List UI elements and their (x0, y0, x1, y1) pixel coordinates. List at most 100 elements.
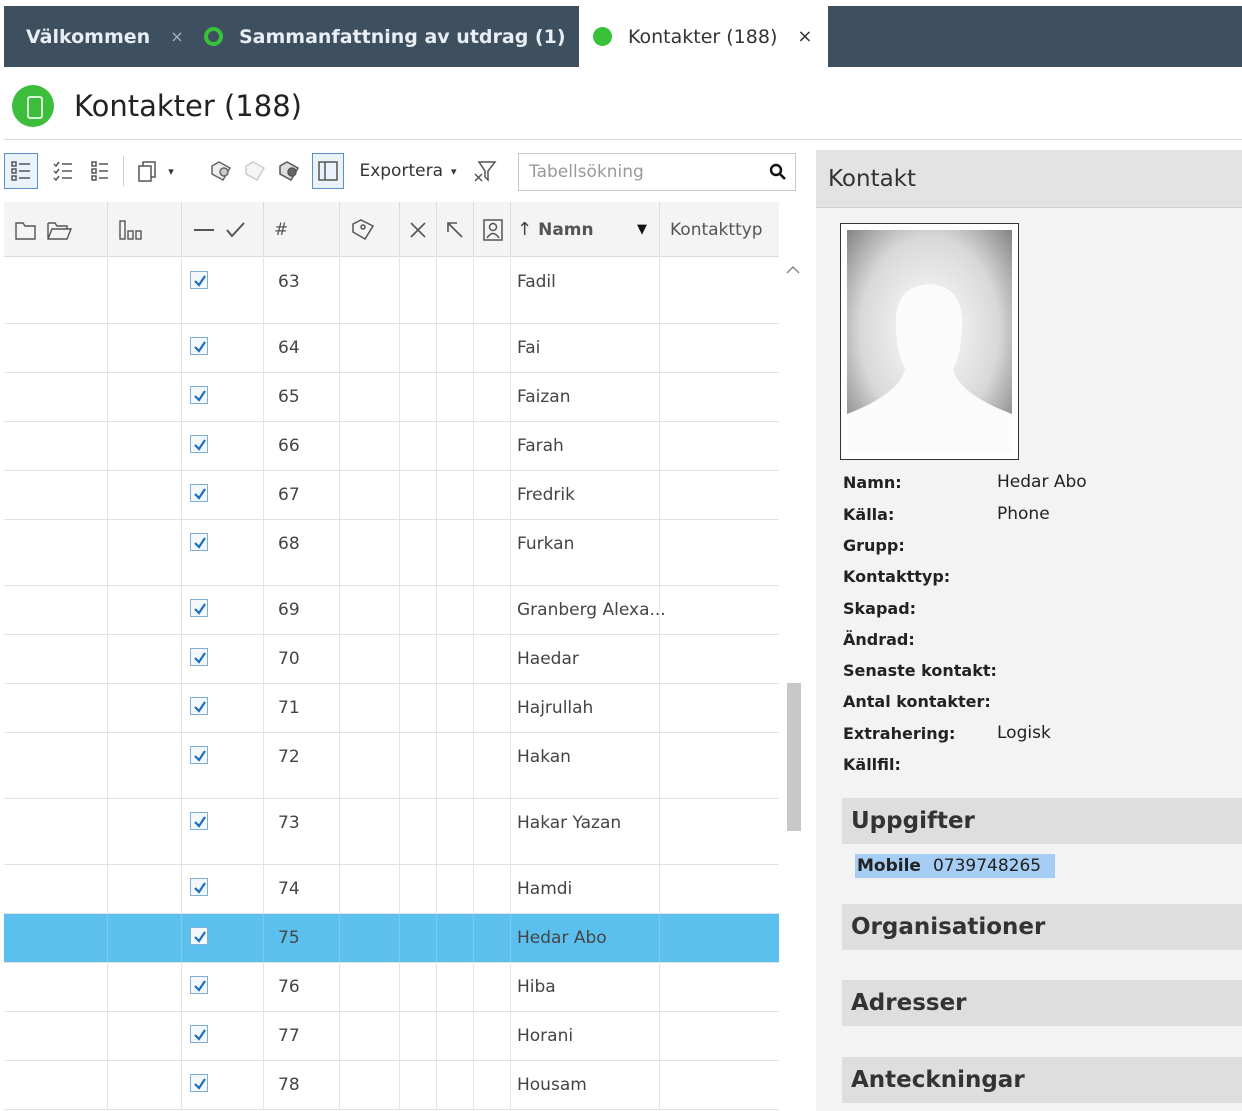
row-checkbox[interactable] (190, 746, 208, 764)
view-simple-list-button[interactable] (84, 153, 118, 189)
header-contact-type[interactable]: Kontakttyp (660, 202, 779, 257)
header-name[interactable]: ↑ Namn ▼ (511, 202, 660, 257)
tab-kontakter[interactable]: Kontakter (188) × (579, 6, 828, 67)
header-check[interactable] (182, 202, 264, 257)
checkmark-icon (194, 439, 206, 451)
row-checkbox[interactable] (190, 1025, 208, 1043)
row-checkbox[interactable] (190, 599, 208, 617)
table-cell (182, 865, 264, 913)
phone-app-icon (12, 85, 54, 127)
row-checkbox[interactable] (190, 648, 208, 666)
row-checkbox[interactable] (190, 976, 208, 994)
table-row[interactable]: 77 Horani (4, 1012, 779, 1061)
phone-type: Mobile (857, 856, 921, 876)
table-row[interactable]: 68 Furkan (4, 520, 779, 586)
table-row[interactable]: 66 Farah (4, 422, 779, 471)
table-row[interactable]: 76 Hiba (4, 963, 779, 1012)
scroll-up-button[interactable] (784, 262, 802, 276)
table-cell (108, 865, 182, 913)
section-organisationer[interactable]: Organisationer (842, 904, 1242, 950)
table-cell (660, 471, 779, 519)
table-cell: Farah (511, 422, 660, 470)
scrollbar-thumb[interactable] (787, 683, 801, 831)
header-arrow[interactable] (437, 202, 474, 257)
view-check-list-button[interactable] (46, 153, 80, 189)
view-detailed-list-button[interactable] (4, 153, 38, 189)
table-cell (660, 684, 779, 732)
table-cell (400, 1061, 437, 1109)
table-row[interactable]: 69 Granberg Alexa... (4, 586, 779, 635)
table-row[interactable]: 70 Haedar (4, 635, 779, 684)
row-checkbox[interactable] (190, 386, 208, 404)
table-cell (182, 963, 264, 1011)
table-cell (4, 1012, 108, 1060)
table-row[interactable]: 78 Housam (4, 1061, 779, 1110)
row-checkbox[interactable] (190, 435, 208, 453)
phone-entry[interactable]: Mobile 0739748265 (855, 854, 1055, 878)
close-icon (410, 221, 426, 238)
table-cell (4, 471, 108, 519)
table-cell (182, 1012, 264, 1060)
table-cell (340, 586, 400, 634)
section-adresser[interactable]: Adresser (842, 980, 1242, 1026)
header-folders[interactable] (4, 202, 108, 257)
search-button[interactable] (761, 154, 795, 190)
header-deleted[interactable] (400, 202, 437, 257)
table-cell: 66 (264, 422, 340, 470)
status-dot-icon (593, 27, 612, 46)
row-checkbox[interactable] (190, 337, 208, 355)
table-search-input[interactable] (519, 154, 763, 190)
table-cell: Hiba (511, 963, 660, 1011)
close-icon[interactable]: × (797, 26, 812, 47)
table-row[interactable]: 72 Hakan (4, 733, 779, 799)
row-checkbox[interactable] (190, 812, 208, 830)
row-checkbox[interactable] (190, 927, 208, 945)
table-cell (474, 1012, 511, 1060)
table-row[interactable]: 64 Fai (4, 324, 779, 373)
table-row[interactable]: 73 Hakar Yazan (4, 799, 779, 865)
section-anteckningar[interactable]: Anteckningar (842, 1057, 1242, 1103)
header-contact-card[interactable] (474, 202, 511, 257)
detail-pane-toggle-button[interactable] (312, 153, 344, 189)
tag-icon (352, 218, 375, 240)
tag-settings-button[interactable] (274, 153, 304, 189)
table-cell (182, 373, 264, 421)
row-checkbox[interactable] (190, 271, 208, 289)
row-checkbox[interactable] (190, 697, 208, 715)
bullet-list-icon (91, 161, 108, 181)
row-checkbox[interactable] (190, 484, 208, 502)
row-checkbox[interactable] (190, 1074, 208, 1092)
tag-disabled-icon (245, 161, 266, 182)
field-label: Källa: (843, 505, 895, 524)
table-row[interactable]: 67 Fredrik (4, 471, 779, 520)
table-row[interactable]: 74 Hamdi (4, 865, 779, 914)
checkmark-icon (194, 701, 206, 713)
tag-remove-button[interactable] (240, 153, 270, 189)
clear-filter-button[interactable] (468, 153, 502, 189)
tab-sammanfattning[interactable]: Sammanfattning av utdrag (1) × (204, 6, 599, 67)
export-dropdown-button[interactable]: Exportera ▾ (356, 153, 460, 189)
table-row[interactable]: 63 Fadil (4, 258, 779, 324)
copy-dropdown-button[interactable]: ▾ (130, 153, 180, 189)
table-cell (4, 963, 108, 1011)
table-row[interactable]: 71 Hajrullah (4, 684, 779, 733)
row-name: Hamdi (517, 879, 573, 899)
chevron-down-icon[interactable]: ▼ (637, 222, 647, 237)
person-silhouette-icon (847, 230, 1012, 453)
row-checkbox[interactable] (190, 533, 208, 551)
table-row[interactable]: 75 Hedar Abo (4, 914, 779, 963)
row-number: 63 (278, 272, 300, 292)
table-cell (340, 258, 400, 323)
tab-valkommen[interactable]: Välkommen × (26, 6, 184, 67)
header-tag[interactable] (340, 202, 400, 257)
tag-add-button[interactable] (206, 153, 236, 189)
row-checkbox[interactable] (190, 878, 208, 896)
table-cell (437, 684, 474, 732)
header-number[interactable]: # (264, 202, 340, 257)
table-cell (108, 733, 182, 798)
close-icon[interactable]: × (170, 27, 183, 46)
header-attachments[interactable] (108, 202, 182, 257)
table-row[interactable]: 65 Faizan (4, 373, 779, 422)
table-cell (474, 684, 511, 732)
section-uppgifter[interactable]: Uppgifter (842, 798, 1242, 844)
